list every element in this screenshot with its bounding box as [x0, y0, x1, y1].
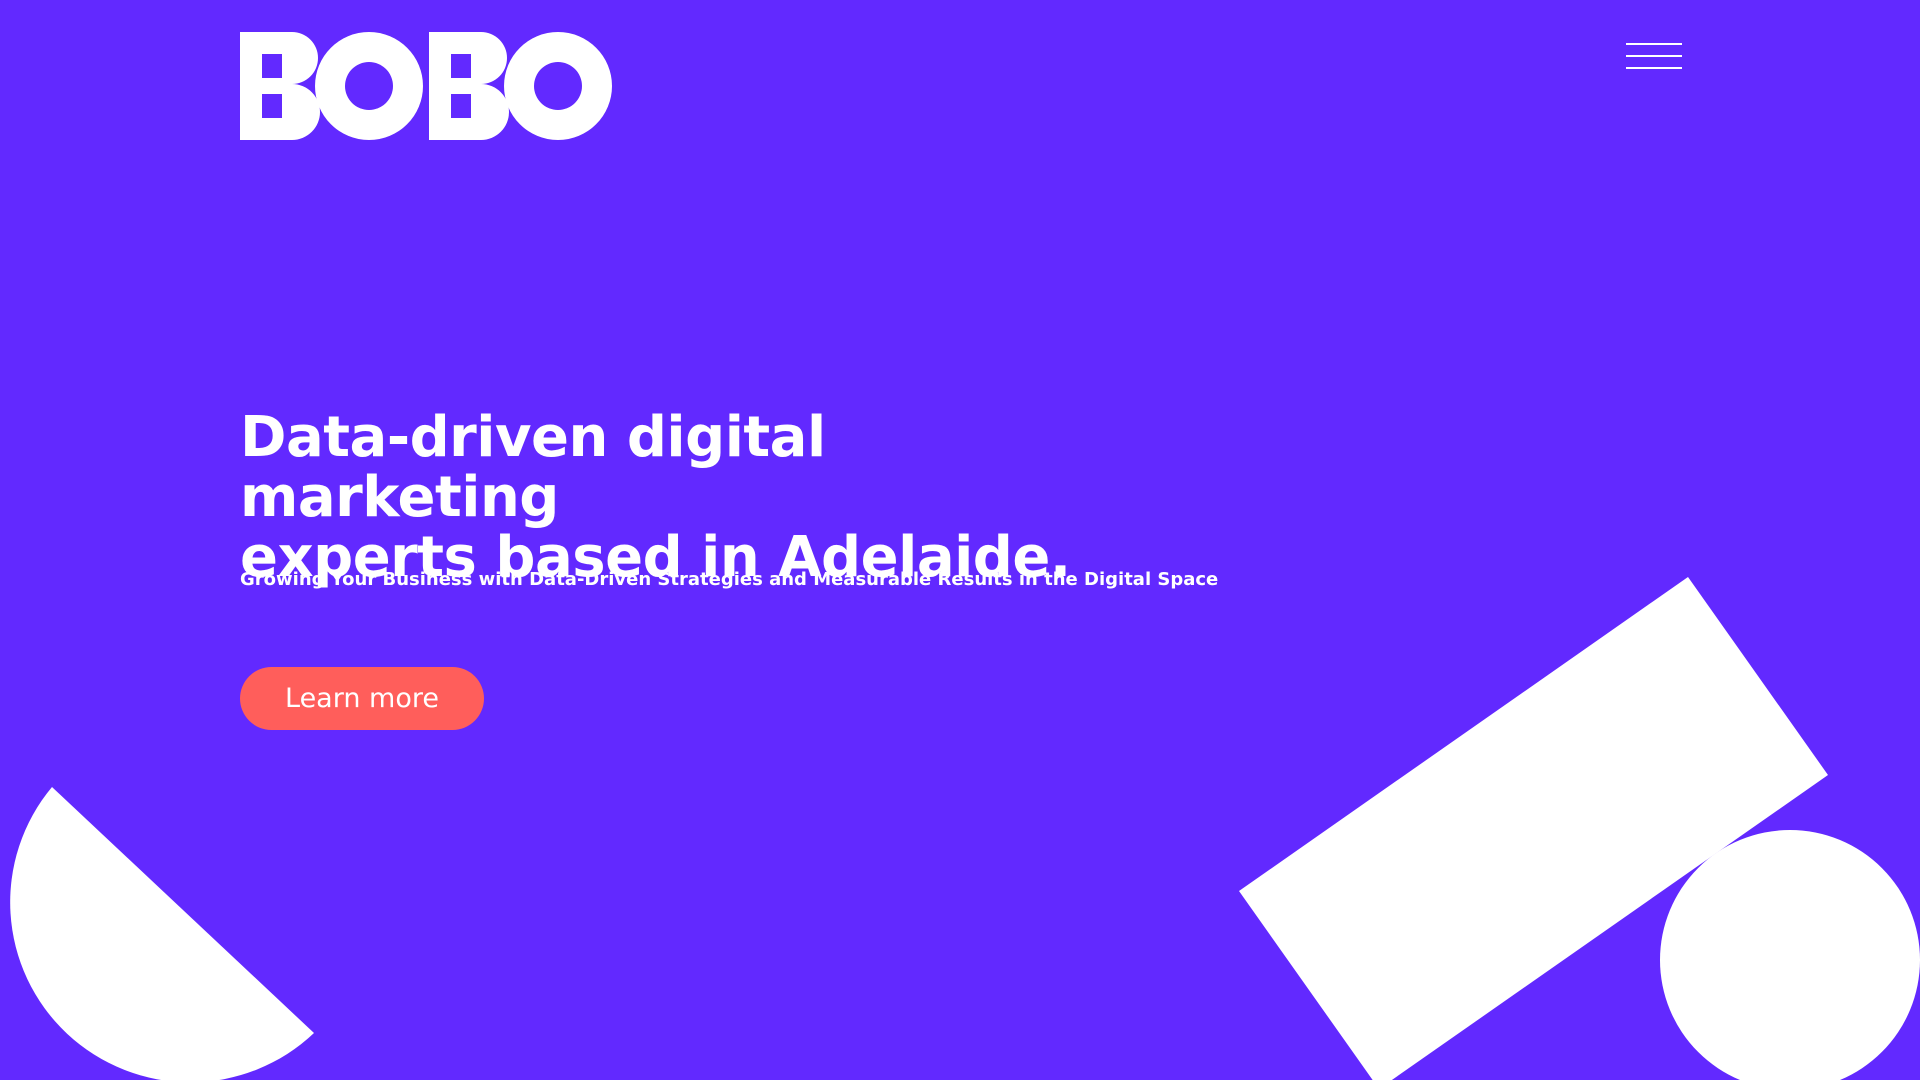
- menu-button[interactable]: [1624, 40, 1684, 74]
- learn-more-button[interactable]: Learn more: [240, 667, 484, 730]
- half-circle-shape: [10, 787, 314, 1080]
- hero-title-line-1: Data-driven digital marketing: [240, 405, 826, 530]
- hamburger-bar: [1626, 67, 1682, 69]
- hero-title: Data-driven digital marketing experts ba…: [240, 408, 1140, 588]
- hamburger-bar: [1626, 55, 1682, 57]
- circle-shape: [1660, 830, 1920, 1080]
- hero-subtitle: Growing Your Business with Data-Driven S…: [240, 569, 1219, 590]
- hamburger-menu-icon: [1626, 43, 1682, 45]
- rotated-rectangle-shape: [1239, 577, 1828, 1080]
- bobo-logo[interactable]: [240, 32, 612, 140]
